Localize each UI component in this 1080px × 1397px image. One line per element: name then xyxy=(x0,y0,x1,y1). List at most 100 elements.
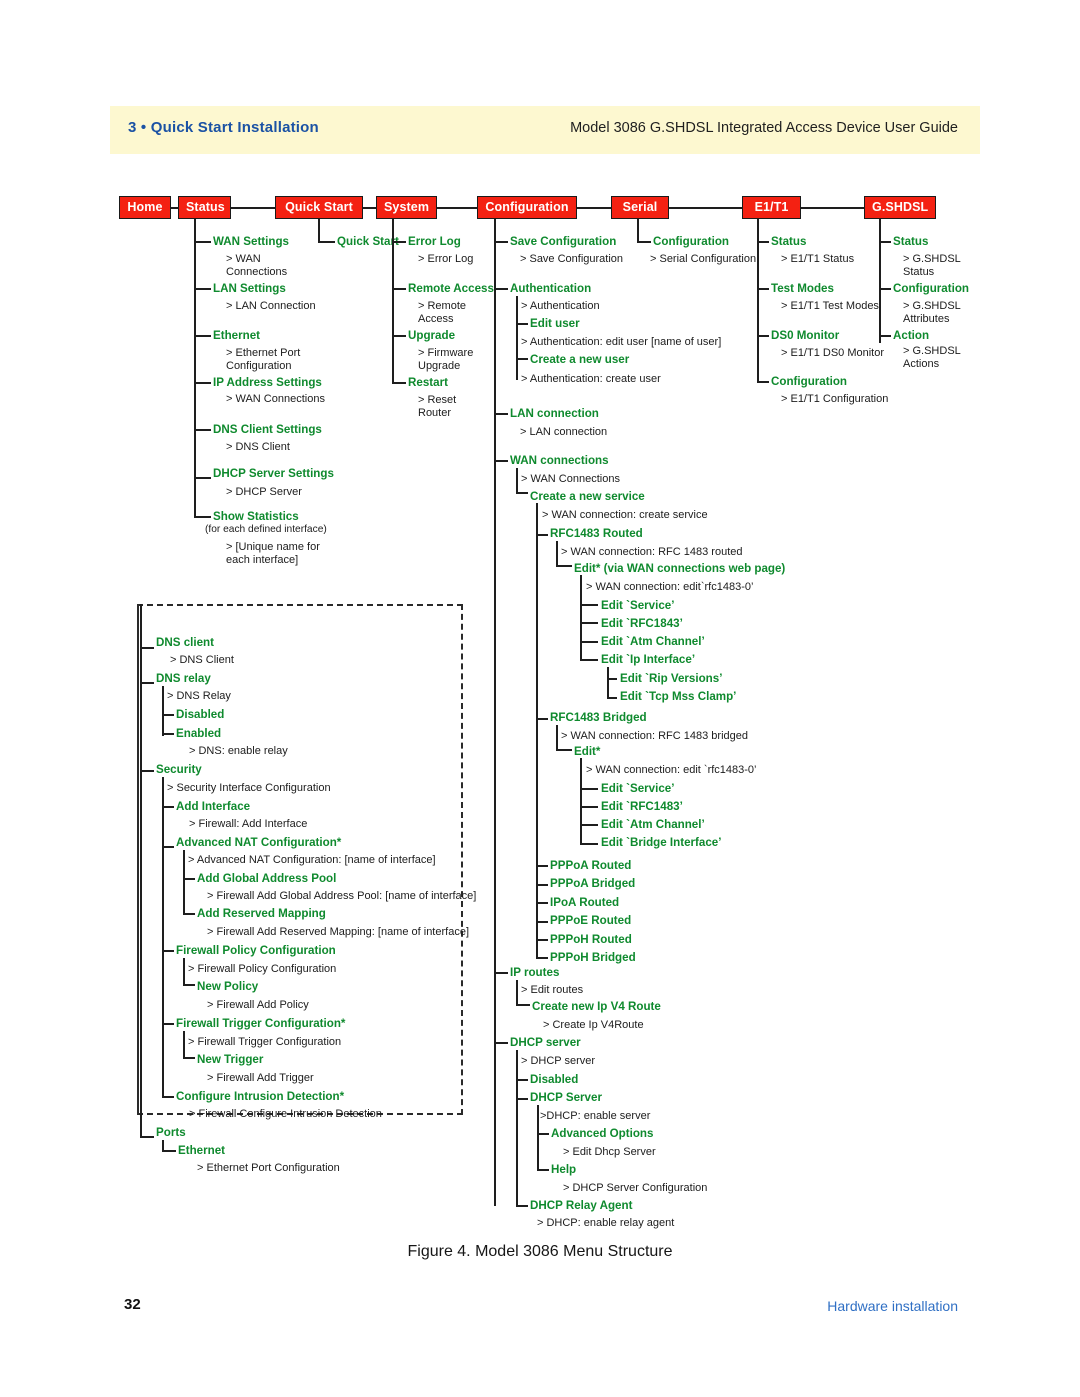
node-create-new-ip-v4-route[interactable]: Create new Ip V4 Route xyxy=(532,1000,661,1013)
node-dns-client[interactable]: DNS client xyxy=(156,636,214,649)
page-edit-rfc1483-0: > WAN connection: edit`rfc1483-0’ xyxy=(586,581,754,593)
node-dns-relay-enabled[interactable]: Enabled xyxy=(176,727,221,740)
node-serial-configuration[interactable]: Configuration xyxy=(653,235,729,248)
node-edit-atm-channel-routed[interactable]: Edit `Atm Channel’ xyxy=(601,635,705,648)
node-e1t1-ds0-monitor[interactable]: DS0 Monitor xyxy=(771,329,839,342)
node-edit-user[interactable]: Edit user xyxy=(530,317,580,330)
node-add-interface[interactable]: Add Interface xyxy=(176,800,250,813)
node-firewall-policy-configuration[interactable]: Firewall Policy Configuration xyxy=(176,944,336,957)
branch-tick xyxy=(318,241,335,243)
node-wan-settings[interactable]: WAN Settings xyxy=(213,235,289,248)
node-edit-rip-versions[interactable]: Edit `Rip Versions’ xyxy=(620,672,722,685)
node-edit-bridge-interface[interactable]: Edit `Bridge Interface’ xyxy=(601,836,721,849)
node-add-global-address-pool[interactable]: Add Global Address Pool xyxy=(197,872,336,885)
node-edit-tcp-mss-clamp[interactable]: Edit `Tcp Mss Clamp’ xyxy=(620,690,736,703)
node-gshdsl-action[interactable]: Action xyxy=(893,329,929,342)
node-edit-ip-interface-routed[interactable]: Edit `Ip Interface’ xyxy=(601,653,695,666)
node-security[interactable]: Security xyxy=(156,763,202,776)
node-dns-relay[interactable]: DNS relay xyxy=(156,672,211,685)
node-dhcp-disabled[interactable]: Disabled xyxy=(530,1073,578,1086)
node-dhcp-help[interactable]: Help xyxy=(551,1163,576,1176)
node-pppoe-routed[interactable]: PPPoE Routed xyxy=(550,914,631,927)
node-configure-intrusion-detection[interactable]: Configure Intrusion Detection* xyxy=(176,1090,344,1103)
node-gshdsl-configuration[interactable]: Configuration xyxy=(893,282,969,295)
tab-configuration[interactable]: Configuration xyxy=(477,196,577,219)
branch-tick xyxy=(516,1004,530,1006)
node-dhcp-server-enabled[interactable]: DHCP Server xyxy=(530,1091,602,1104)
node-edit-rfc1843-routed[interactable]: Edit `RFC1843’ xyxy=(601,617,683,630)
node-e1t1-status[interactable]: Status xyxy=(771,235,806,248)
node-edit-rfc1483-bridged[interactable]: Edit `RFC1483’ xyxy=(601,800,683,813)
branch-tick xyxy=(194,516,211,518)
tab-status[interactable]: Status xyxy=(178,196,231,219)
node-lan-settings[interactable]: LAN Settings xyxy=(213,282,286,295)
node-dhcp-relay-agent[interactable]: DHCP Relay Agent xyxy=(530,1199,632,1212)
branch-tick xyxy=(194,288,211,290)
node-ethernet[interactable]: Ethernet xyxy=(213,329,260,342)
node-dhcp-server-cfg[interactable]: DHCP server xyxy=(510,1036,581,1049)
node-pppoh-routed[interactable]: PPPoH Routed xyxy=(550,933,632,946)
node-restart[interactable]: Restart xyxy=(408,376,448,389)
node-ip-address-settings[interactable]: IP Address Settings xyxy=(213,376,322,389)
node-rfc1483-routed-edit[interactable]: Edit* (via WAN connections web page) xyxy=(574,562,785,575)
node-wan-connections[interactable]: WAN connections xyxy=(510,454,609,467)
node-advanced-options[interactable]: Advanced Options xyxy=(551,1127,653,1140)
branch-tick xyxy=(580,806,598,808)
branch-tick xyxy=(194,241,211,243)
node-ipoa-routed[interactable]: IPoA Routed xyxy=(550,896,619,909)
node-edit-service-routed[interactable]: Edit `Service’ xyxy=(601,599,674,612)
node-quick-start[interactable]: Quick Start xyxy=(337,235,399,248)
node-remote-access[interactable]: Remote Access xyxy=(408,282,494,295)
node-e1t1-configuration[interactable]: Configuration xyxy=(771,375,847,388)
node-upgrade[interactable]: Upgrade xyxy=(408,329,455,342)
branch-tick xyxy=(536,921,548,923)
node-save-configuration[interactable]: Save Configuration xyxy=(510,235,616,248)
branch-tick xyxy=(536,534,548,536)
node-edit-service-bridged[interactable]: Edit `Service’ xyxy=(601,782,674,795)
node-add-reserved-mapping[interactable]: Add Reserved Mapping xyxy=(197,907,326,920)
branch-tick xyxy=(580,604,598,606)
node-error-log[interactable]: Error Log xyxy=(408,235,461,248)
node-edit-atm-channel-bridged[interactable]: Edit `Atm Channel’ xyxy=(601,818,705,831)
node-rfc1483-routed[interactable]: RFC1483 Routed xyxy=(550,527,643,540)
tab-system[interactable]: System xyxy=(376,196,437,219)
node-lan-connection[interactable]: LAN connection xyxy=(510,407,599,420)
node-create-new-service[interactable]: Create a new service xyxy=(530,490,645,503)
node-ports-ethernet[interactable]: Ethernet xyxy=(178,1144,225,1157)
page-dhcp-enable-server: >DHCP: enable server xyxy=(540,1110,651,1122)
node-advanced-nat-configuration[interactable]: Advanced NAT Configuration* xyxy=(176,836,341,849)
node-dns-client-settings[interactable]: DNS Client Settings xyxy=(213,423,322,436)
node-rfc1483-bridged[interactable]: RFC1483 Bridged xyxy=(550,711,647,724)
branch-tick xyxy=(162,1096,174,1098)
page-authentication: > Authentication xyxy=(521,300,600,312)
branch-tick xyxy=(162,733,174,735)
node-e1t1-test-modes[interactable]: Test Modes xyxy=(771,282,834,295)
tab-quick-start[interactable]: Quick Start xyxy=(275,196,363,219)
node-pppoh-bridged[interactable]: PPPoH Bridged xyxy=(550,951,636,964)
node-show-statistics[interactable]: Show Statistics xyxy=(213,510,299,523)
page-firewall-trigger-configuration: > Firewall Trigger Configuration xyxy=(188,1036,342,1048)
node-authentication[interactable]: Authentication xyxy=(510,282,591,295)
page-e1t1-status: > E1/T1 Status xyxy=(781,253,855,265)
node-ip-routes[interactable]: IP routes xyxy=(510,966,559,979)
tab-gshdsl[interactable]: G.SHDSL xyxy=(864,196,936,219)
node-rfc1483-bridged-edit[interactable]: Edit* xyxy=(574,745,600,758)
node-new-policy[interactable]: New Policy xyxy=(197,980,258,993)
node-new-trigger[interactable]: New Trigger xyxy=(197,1053,263,1066)
node-firewall-trigger-configuration[interactable]: Firewall Trigger Configuration* xyxy=(176,1017,345,1030)
node-create-new-user[interactable]: Create a new user xyxy=(530,353,629,366)
node-dns-relay-disabled[interactable]: Disabled xyxy=(176,708,224,721)
node-dhcp-server-settings[interactable]: DHCP Server Settings xyxy=(213,467,334,480)
ip-interface-subtrunk xyxy=(607,667,609,699)
page-dns-client: > DNS Client xyxy=(226,441,290,453)
e1t1-trunk xyxy=(757,219,759,383)
node-ports[interactable]: Ports xyxy=(156,1126,186,1139)
tab-e1t1[interactable]: E1/T1 xyxy=(742,196,801,219)
node-gshdsl-status[interactable]: Status xyxy=(893,235,928,248)
node-pppoa-bridged[interactable]: PPPoA Bridged xyxy=(550,877,635,890)
tab-serial[interactable]: Serial xyxy=(611,196,669,219)
security-subtrunk xyxy=(162,777,164,1097)
branch-tick xyxy=(516,1079,528,1081)
tab-home[interactable]: Home xyxy=(119,196,171,219)
node-pppoa-routed[interactable]: PPPoA Routed xyxy=(550,859,631,872)
